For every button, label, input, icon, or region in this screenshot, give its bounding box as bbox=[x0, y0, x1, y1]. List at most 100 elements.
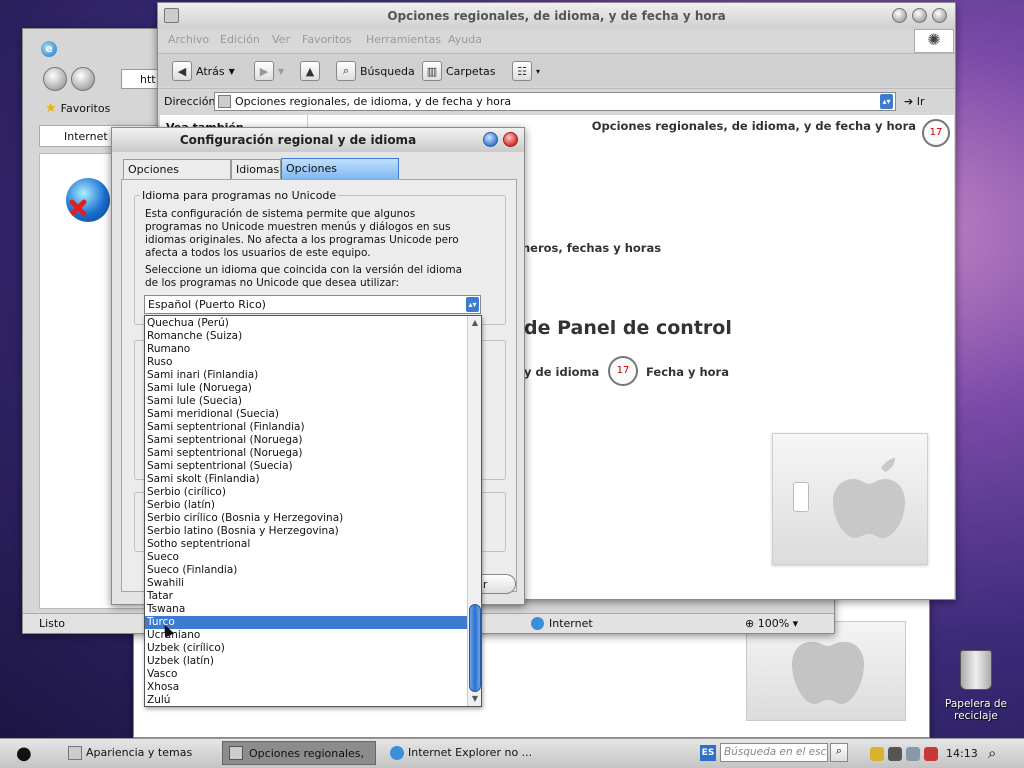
language-option[interactable]: Tswana bbox=[145, 603, 467, 616]
language-options: Quechua (Perú) Romanche (Suiza) Rumano Ruso… bbox=[145, 317, 467, 706]
language-option[interactable]: Serbio (cirílico) bbox=[145, 486, 467, 499]
views-button[interactable]: ☷ ▾ bbox=[508, 60, 544, 82]
scroll-up-icon[interactable]: ▲ bbox=[468, 316, 481, 330]
dialog-title: Configuración regional y de idioma bbox=[179, 133, 417, 147]
language-option[interactable]: Turco bbox=[145, 616, 467, 629]
language-option[interactable]: Serbio cirílico (Bosnia y Herzegovina) bbox=[145, 512, 467, 525]
address-input[interactable]: Opciones regionales, de idioma, y de fec… bbox=[214, 92, 896, 111]
folders-icon: ▥ bbox=[422, 61, 442, 81]
taskbar-item-appearance[interactable]: Apariencia y temas bbox=[62, 742, 214, 764]
tab-regional-options[interactable]: Opciones regionales bbox=[123, 159, 231, 195]
taskbar-search-input[interactable]: Búsqueda en el escrito bbox=[720, 743, 828, 762]
language-option[interactable]: Ucraniano bbox=[145, 629, 467, 642]
language-option[interactable]: Romanche (Suiza) bbox=[145, 330, 467, 343]
minimize-button[interactable] bbox=[892, 8, 907, 23]
ie-logo-icon bbox=[390, 746, 404, 760]
go-arrow-icon: ➔ bbox=[904, 95, 914, 108]
menu-edicion[interactable]: Edición bbox=[220, 33, 260, 46]
recycle-bin[interactable]: Papelera de reciclaje bbox=[940, 646, 1012, 726]
address-dropdown-icon[interactable]: ▴▾ bbox=[880, 94, 893, 109]
menu-ayuda[interactable]: Ayuda bbox=[448, 33, 482, 46]
language-option[interactable]: Quechua (Perú) bbox=[145, 317, 467, 330]
search-icon: ⌕ bbox=[336, 61, 356, 81]
ie-tab-label: Internet E bbox=[64, 130, 119, 143]
ie-favorites-button[interactable]: ★ Favoritos bbox=[45, 101, 110, 116]
language-option[interactable]: Sami lule (Suecia) bbox=[145, 395, 467, 408]
explorer-titlebar: Opciones regionales, de idioma, y de fec… bbox=[158, 3, 955, 29]
chevron-down-icon: ▼ bbox=[278, 66, 285, 76]
close-button[interactable] bbox=[932, 8, 947, 23]
language-option[interactable]: Zulú bbox=[145, 694, 467, 706]
scroll-down-icon[interactable]: ▼ bbox=[468, 692, 481, 706]
language-option[interactable]: Sami skolt (Finlandia) bbox=[145, 473, 467, 486]
menu-favoritos[interactable]: Favoritos bbox=[302, 33, 352, 46]
tray-shield-icon[interactable] bbox=[870, 747, 884, 761]
control-panel-icon bbox=[218, 95, 231, 108]
apple-switch-panel bbox=[772, 433, 928, 565]
language-option[interactable]: Sueco bbox=[145, 551, 467, 564]
region-language-link[interactable]: y de idioma bbox=[524, 365, 599, 379]
language-option[interactable]: Swahili bbox=[145, 577, 467, 590]
tab-advanced-options[interactable]: Opciones avanzadas bbox=[281, 158, 399, 194]
spotlight-search-icon[interactable]: ⌕ bbox=[988, 744, 996, 762]
tab-languages[interactable]: Idiomas bbox=[231, 159, 281, 179]
help-button[interactable] bbox=[483, 132, 498, 147]
unicode-group-title: Idioma para programas no Unicode bbox=[140, 189, 339, 202]
start-apple-icon[interactable]: ● bbox=[16, 743, 32, 764]
language-option[interactable]: Sami septentrional (Finlandia) bbox=[145, 421, 467, 434]
menu-archivo[interactable]: Archivo bbox=[168, 33, 209, 46]
language-selected: Español (Puerto Rico) bbox=[148, 298, 266, 311]
scroll-thumb[interactable] bbox=[469, 604, 481, 692]
ie-status-text: Listo bbox=[39, 617, 65, 630]
tray-volume-icon[interactable] bbox=[906, 747, 920, 761]
maximize-button[interactable] bbox=[912, 8, 927, 23]
folders-label: Carpetas bbox=[446, 64, 496, 78]
taskbar-item-regional[interactable]: Opciones regionales, ... bbox=[222, 741, 376, 768]
language-combobox[interactable]: Español (Puerto Rico) ▴▾ bbox=[144, 295, 481, 314]
search-button[interactable]: ⌕ Búsqueda bbox=[332, 60, 419, 82]
language-option[interactable]: Sami inari (Finlandia) bbox=[145, 369, 467, 382]
dialog-close-button[interactable] bbox=[503, 132, 518, 147]
language-option[interactable]: Rumano bbox=[145, 343, 467, 356]
clock[interactable]: 14:13 bbox=[946, 747, 978, 760]
date-time-icon[interactable]: 17 bbox=[608, 356, 638, 386]
language-option[interactable]: Ruso bbox=[145, 356, 467, 369]
tray-security-icon[interactable] bbox=[924, 747, 938, 761]
arrow-right-icon: ▶ bbox=[254, 61, 274, 81]
combobox-arrow-icon[interactable]: ▴▾ bbox=[466, 297, 479, 312]
language-option[interactable]: Vasco bbox=[145, 668, 467, 681]
up-button[interactable]: ▲ bbox=[296, 60, 324, 82]
tray-network-icon[interactable] bbox=[888, 747, 902, 761]
ie-zoom-button[interactable]: ⊕ 100% ▾ bbox=[745, 617, 798, 630]
task-link[interactable]: neros, fechas y horas bbox=[522, 241, 661, 255]
language-option[interactable]: Sami septentrional (Noruega) bbox=[145, 447, 467, 460]
dropdown-scrollbar[interactable]: ▲ ▼ bbox=[467, 316, 481, 706]
chevron-down-icon: ▼ bbox=[228, 66, 235, 76]
menu-ver[interactable]: Ver bbox=[272, 33, 290, 46]
language-option[interactable]: Serbio (latín) bbox=[145, 499, 467, 512]
language-option[interactable]: Sami meridional (Suecia) bbox=[145, 408, 467, 421]
language-option[interactable]: Sami septentrional (Noruega) bbox=[145, 434, 467, 447]
language-option[interactable]: Sotho septentrional bbox=[145, 538, 467, 551]
language-option[interactable]: Sami septentrional (Suecia) bbox=[145, 460, 467, 473]
taskbar-item-ie[interactable]: Internet Explorer no ... bbox=[384, 742, 536, 764]
ie-back-button[interactable] bbox=[43, 67, 67, 91]
forward-button[interactable]: ▶ ▼ bbox=[250, 60, 288, 82]
ie-zone-label: Internet bbox=[549, 617, 593, 630]
language-indicator[interactable]: ES bbox=[700, 745, 716, 761]
language-option[interactable]: Sueco (Finlandia) bbox=[145, 564, 467, 577]
back-button[interactable]: ◀ Atrás ▼ bbox=[168, 60, 239, 82]
taskbar-search-button[interactable]: ⌕ bbox=[830, 743, 848, 762]
language-option[interactable]: Tatar bbox=[145, 590, 467, 603]
ie-forward-button[interactable] bbox=[71, 67, 95, 91]
language-option[interactable]: Uzbek (cirílico) bbox=[145, 642, 467, 655]
go-button[interactable]: ➔ Ir bbox=[904, 95, 925, 108]
folders-button[interactable]: ▥ Carpetas bbox=[418, 60, 499, 82]
language-option[interactable]: Sami lule (Noruega) bbox=[145, 382, 467, 395]
menu-herramientas[interactable]: Herramientas bbox=[366, 33, 441, 46]
date-time-link[interactable]: Fecha y hora bbox=[646, 365, 729, 379]
language-option[interactable]: Serbio latino (Bosnia y Herzegovina) bbox=[145, 525, 467, 538]
language-option[interactable]: Xhosa bbox=[145, 681, 467, 694]
language-option[interactable]: Uzbek (latín) bbox=[145, 655, 467, 668]
ie-toolbar: e htt ★ Favoritos bbox=[33, 37, 173, 121]
